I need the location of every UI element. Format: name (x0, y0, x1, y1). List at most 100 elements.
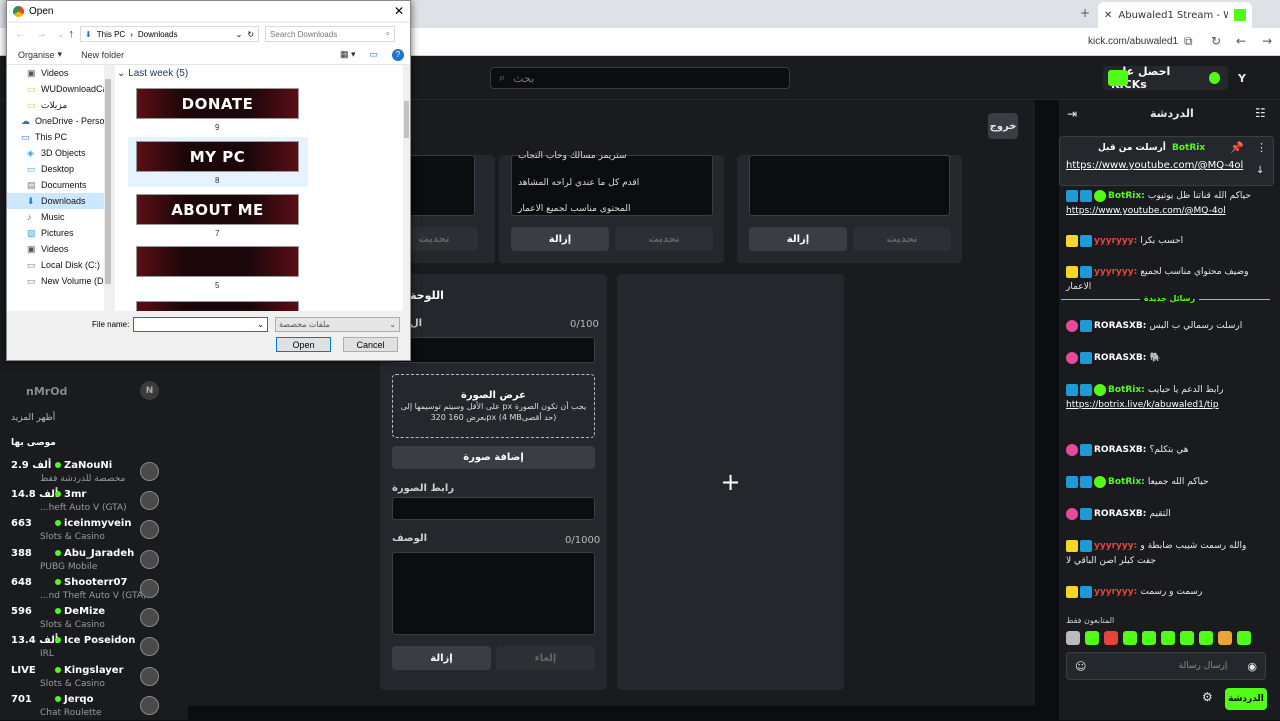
open-button[interactable]: Open (276, 337, 331, 352)
avatar[interactable] (140, 667, 159, 686)
update-button[interactable]: تحديث (615, 227, 713, 251)
sidebar-channel-item[interactable]: 596 DeMize Slots & Casino (0, 604, 188, 633)
emote-icon[interactable] (1123, 631, 1137, 645)
description-textarea[interactable] (392, 552, 595, 635)
title-input[interactable] (392, 337, 595, 363)
chevron-down-icon[interactable]: ⌄ (236, 30, 243, 39)
breadcrumb[interactable]: ⬇ This PC › Downloads ⌄ ↻ (80, 26, 260, 42)
cancel-button[interactable]: Cancel (343, 337, 398, 352)
sidebar-channel-item[interactable]: 14.8 ألف 3mr ...heft Auto V (GTA) (0, 487, 188, 516)
user-menu-button[interactable]: Y (1238, 72, 1246, 85)
group-header[interactable]: ⌄ Last week (5) (117, 68, 188, 79)
organise-button[interactable]: Organise (18, 50, 55, 60)
emote-icon[interactable] (1161, 631, 1175, 645)
chat-username[interactable]: yyyryyy (1094, 587, 1134, 597)
file-type-select[interactable]: ملفات مخصصة ⌄ (275, 317, 400, 332)
chat-username[interactable]: BotRix (1108, 477, 1141, 487)
close-icon[interactable]: ✕ (394, 4, 404, 18)
sidebar-channel-item[interactable]: 701 Jerqo Chat Roulette (0, 692, 188, 721)
tree-item[interactable]: ▨ Pictures (7, 225, 104, 241)
tree-item[interactable]: ▭ Local Disk (C:) (7, 257, 104, 273)
file-thumbnail[interactable] (136, 246, 299, 277)
install-icon[interactable]: ⧉ (1184, 34, 1193, 49)
avatar[interactable]: N (140, 381, 159, 400)
chat-username[interactable]: yyyryyy (1094, 541, 1134, 551)
emote-icon[interactable] (1199, 631, 1213, 645)
new-folder-button[interactable]: New folder (81, 50, 124, 60)
browser-tab[interactable]: ✕ Abuwaled1 Stream - Watch Live (1098, 2, 1252, 28)
chevron-down-icon[interactable]: ⌄ (57, 29, 65, 40)
tree-item[interactable]: ▣ Videos (7, 241, 104, 257)
chat-username[interactable]: yyyryyy (1094, 236, 1134, 246)
sidebar-channel-item[interactable]: 388 Abu_Jaradeh PUBG Mobile (0, 546, 188, 575)
tree-item[interactable]: ▤ Documents (7, 177, 104, 193)
file-thumbnail[interactable]: ABOUT ME (136, 194, 299, 225)
tree-item[interactable]: ☁ OneDrive - Person (7, 113, 104, 129)
search-input[interactable]: Search Downloads ⌕ (265, 26, 396, 42)
preview-pane-icon[interactable]: ▭ (369, 49, 378, 60)
file-name[interactable]: 5 (215, 281, 219, 290)
tree-item[interactable]: ▭ New Volume (D: (7, 273, 104, 289)
chevron-down-icon[interactable]: ⌄ (117, 68, 125, 79)
update-button[interactable]: تحديث (853, 227, 951, 251)
refresh-icon[interactable]: ↻ (247, 30, 254, 39)
help-icon[interactable]: ? (392, 48, 404, 61)
file-thumbnail[interactable]: DONATE (136, 88, 299, 119)
emote-bar[interactable] (1066, 631, 1266, 647)
chat-username[interactable]: RORASXB (1094, 509, 1143, 519)
more-icon[interactable]: ⋮ (1256, 141, 1267, 154)
sidebar-channel-item[interactable]: 663 iceinmyvein Slots & Casino (0, 516, 188, 545)
close-icon[interactable]: ✕ (1104, 10, 1112, 21)
chat-username[interactable]: BotRix (1108, 385, 1141, 395)
avatar[interactable] (140, 637, 159, 656)
avatar[interactable] (140, 520, 159, 539)
file-thumbnail[interactable] (136, 301, 299, 311)
add-image-button[interactable]: إضافة صورة (392, 446, 595, 469)
chevron-down-icon[interactable]: ⌄ (257, 320, 264, 329)
tree-item[interactable]: ⬇ Downloads (7, 193, 104, 209)
tree-item[interactable]: ◈ 3D Objects (7, 145, 104, 161)
logout-button[interactable]: خروج (988, 113, 1018, 139)
gear-icon[interactable]: ⚙ (1202, 690, 1213, 704)
chat-link[interactable]: https://www.youtube.com/@MQ-4ol (1066, 206, 1226, 216)
expand-icon[interactable]: ↓ (1256, 165, 1264, 176)
new-tab-button[interactable]: + (1080, 6, 1090, 20)
tree-item[interactable]: ▣ Videos (7, 65, 104, 81)
emote-icon[interactable] (1085, 631, 1099, 645)
emote-icon[interactable] (1237, 631, 1251, 645)
file-name[interactable]: 9 (215, 123, 219, 132)
emote-icon[interactable] (1218, 631, 1232, 645)
file-name-input[interactable]: ⌄ (133, 317, 268, 332)
avatar[interactable] (140, 550, 159, 569)
remove-button[interactable]: إزالة (749, 227, 847, 251)
breadcrumb-item[interactable]: This PC (97, 30, 125, 39)
reload-icon[interactable]: ↻ (1211, 34, 1221, 48)
image-link-input[interactable] (392, 497, 595, 520)
files-scrollbar-thumb[interactable] (404, 101, 409, 138)
tree-item[interactable]: ▭ WUDownloadCa (7, 81, 104, 97)
chat-username[interactable]: yyyryyy (1094, 267, 1134, 277)
back-icon[interactable]: ← (1236, 34, 1246, 48)
forward-icon[interactable]: → (1262, 34, 1272, 48)
emoji-icon[interactable]: ☺ (1075, 660, 1086, 673)
sidebar-channel-item[interactable]: 648 Shooterr07 ...nd Theft Auto V (GTA) (0, 575, 188, 604)
tree-item[interactable]: ▭ مزيلات (7, 97, 104, 113)
forward-icon[interactable]: → (36, 28, 47, 40)
tree-item[interactable]: ♪ Music (7, 209, 104, 225)
chevron-down-icon[interactable]: ⌄ (389, 320, 396, 329)
emote-icon[interactable] (1142, 631, 1156, 645)
breadcrumb-item[interactable]: Downloads (138, 30, 178, 39)
tree-scrollbar-thumb[interactable] (105, 79, 111, 284)
remove-button[interactable]: إزالة (511, 227, 609, 251)
url-text[interactable]: kick.com/abuwaled1 (1088, 36, 1178, 47)
chat-input[interactable]: ☺ إرسال رسالة ◉ (1066, 652, 1266, 680)
pinned-link[interactable]: https://www.youtube.com/@MQ-4ol (1066, 160, 1243, 171)
remove-button[interactable]: إزالة (392, 646, 491, 670)
avatar[interactable] (140, 696, 159, 715)
sidebar-channel-item[interactable]: 13.4 ألف Ice Poseidon IRL (0, 633, 188, 662)
sidebar-channel-name[interactable]: nMrOd (26, 385, 67, 398)
chat-username[interactable]: RORASXB (1094, 321, 1143, 331)
search-input[interactable]: ⌕ بحث (490, 67, 790, 89)
collapse-chat-icon[interactable]: ⇥ (1067, 107, 1077, 121)
chat-username[interactable]: BotRix (1108, 191, 1141, 201)
